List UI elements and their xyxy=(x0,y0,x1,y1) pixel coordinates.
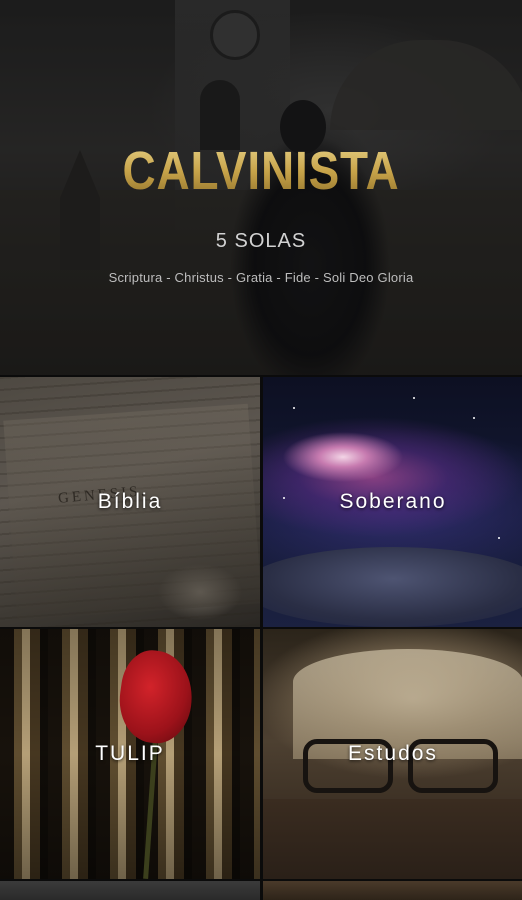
menu-tile-tulip[interactable]: TULIP xyxy=(0,629,260,879)
menu-tile-biblia[interactable]: GENESIS. Bíblia xyxy=(0,377,260,627)
menu-tile-soberano[interactable]: Soberano xyxy=(263,377,522,627)
app-subtitle: 5 SOLAS xyxy=(215,230,307,252)
menu-tile-label: Estudos xyxy=(348,742,438,765)
menu-tile-estudos[interactable]: Estudos xyxy=(263,629,522,879)
star-icon xyxy=(498,537,500,539)
hero-banner: CALVINISTA 5 SOLAS Scriptura - Christus … xyxy=(0,0,522,375)
menu-grid: GENESIS. Bíblia Soberano TULIP Estudos xyxy=(0,375,522,900)
star-icon xyxy=(413,397,415,399)
menu-tile-partial-right[interactable] xyxy=(263,881,522,900)
app-title: CALVINISTA xyxy=(39,140,483,202)
star-icon xyxy=(473,417,475,419)
table-image xyxy=(263,799,522,879)
star-icon xyxy=(293,407,295,409)
menu-tile-label: Soberano xyxy=(339,490,447,513)
solas-tagline: Scriptura - Christus - Gratia - Fide - S… xyxy=(108,270,414,285)
menu-tile-label: TULIP xyxy=(95,742,165,765)
galaxy-cloud-image xyxy=(263,547,522,627)
menu-tile-label: Bíblia xyxy=(97,490,163,513)
menu-tile-partial-left[interactable] xyxy=(0,881,260,900)
